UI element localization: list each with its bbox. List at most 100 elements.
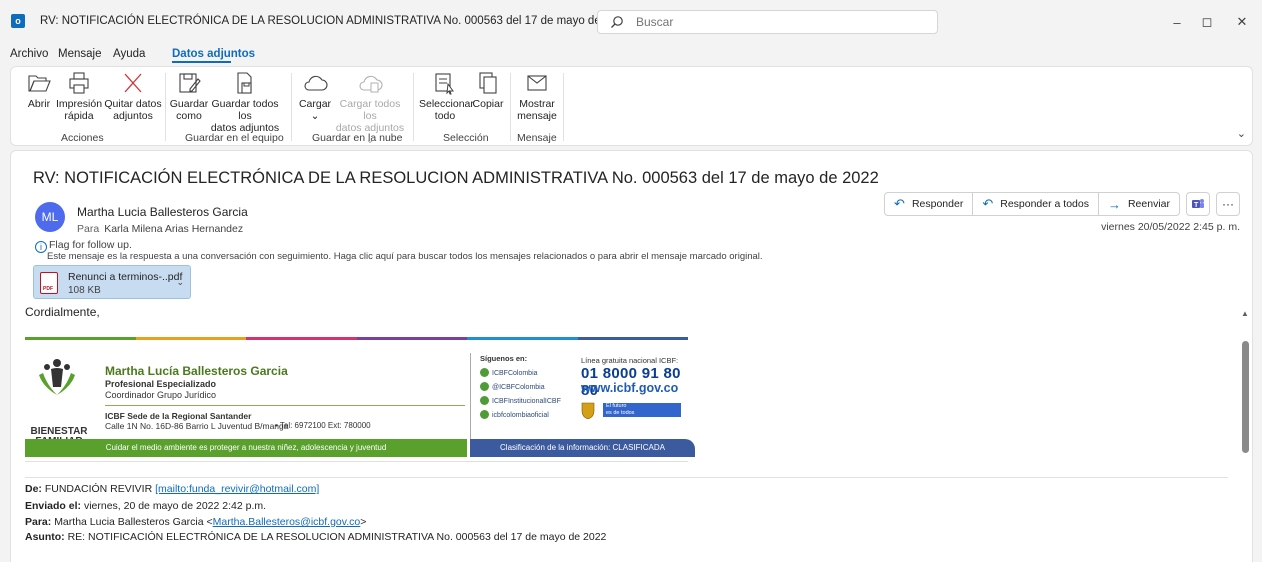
copy-icon (479, 72, 497, 94)
body-greeting: Cordialmente, (25, 305, 100, 319)
outlook-app-icon: o (11, 14, 25, 28)
social-twitter[interactable]: @ICBFColombia (480, 382, 545, 391)
reply-all-button[interactable]: ↶ Responder a todos (973, 193, 1099, 215)
active-tab-indicator (172, 61, 231, 63)
teams-icon: T (1192, 199, 1204, 209)
instagram-icon (480, 410, 489, 419)
forwarded-to: Para: Martha Lucia Ballesteros Garcia <M… (25, 516, 367, 528)
open-button[interactable]: Abrir (19, 71, 59, 110)
forward-button[interactable]: → Reenviar (1099, 193, 1179, 215)
forwarded-divider (25, 477, 1228, 478)
tab-ayuda[interactable]: Ayuda (113, 48, 145, 60)
save-as-button[interactable]: Guardar como (169, 71, 209, 122)
pdf-file-icon (40, 272, 58, 294)
select-all-button[interactable]: Seleccionar todo (419, 71, 474, 122)
group-label-acciones: Acciones (61, 132, 104, 144)
group-separator (510, 73, 511, 141)
signature-office: ICBF Sede de la Regional Santander (105, 411, 252, 421)
title-bar: o RV: NOTIFICACIÓN ELECTRÓNICA DE LA RES… (0, 0, 1262, 44)
reply-all-icon: ↶ (982, 196, 994, 211)
save-all-attachments-button[interactable]: Guardar todos los datos adjuntos (207, 71, 283, 134)
sender-avatar[interactable]: ML (35, 202, 65, 232)
ribbon-expand-chevron-icon[interactable]: ⌄ (1237, 127, 1246, 140)
copy-button[interactable]: Copiar (471, 71, 505, 110)
reply-button[interactable]: ↶ Responder (885, 193, 974, 215)
hotline-label: Línea gratuita nacional ICBF: (581, 356, 679, 365)
attachment-name: Renunci a terminos-..pdf (68, 271, 183, 283)
group-label-seleccion: Selección (443, 132, 489, 144)
signature-name: Martha Lucía Ballesteros Garcia (105, 364, 288, 378)
signature-coordinator: Coordinador Grupo Jurídico (105, 390, 217, 400)
to-label: Para (77, 223, 100, 235)
close-button[interactable]: ✕ (1222, 10, 1262, 34)
government-badge: El futuro es de todos (581, 401, 681, 419)
message-subject: RV: NOTIFICACIÓN ELECTRÓNICA DE LA RESOL… (33, 169, 879, 187)
show-message-button[interactable]: Mostrar mensaje (514, 71, 560, 122)
classification-banner: Clasificación de la información: CLASIFI… (470, 439, 695, 457)
search-icon (610, 15, 624, 32)
to-email-link[interactable]: Martha.Ballesteros@icbf.gov.co (213, 516, 361, 528)
restore-button[interactable]: ◻ (1187, 10, 1227, 34)
social-instagram[interactable]: icbfcolombiaoficial (480, 410, 549, 419)
svg-text:T: T (1194, 202, 1199, 209)
search-input[interactable] (636, 14, 926, 30)
signature-role: Profesional Especializado (105, 379, 217, 389)
scroll-up-arrow-icon[interactable]: ▲ (1241, 309, 1249, 318)
colombia-seal-icon (581, 402, 595, 419)
twitter-icon (480, 382, 489, 391)
close-x-icon (124, 73, 142, 93)
save-all-icon (237, 72, 252, 94)
chevron-down-icon[interactable]: ⌄ (176, 277, 184, 288)
youtube-icon (480, 396, 489, 405)
facebook-icon (480, 368, 489, 377)
forward-icon: → (1107, 196, 1121, 212)
recipient-line: Para Karla Milena Arias Hernandez (77, 223, 243, 235)
environment-banner: Cuidar el medio ambiente es proteger a n… (25, 439, 467, 457)
cloud-upload-icon (359, 75, 383, 93)
quick-print-button[interactable]: Impresión rápida (55, 71, 103, 122)
icbf-logo: BIENESTARFAMILIAR (29, 357, 88, 447)
reply-icon: ↶ (894, 196, 905, 211)
teams-button[interactable]: T (1186, 192, 1210, 216)
group-label-mensaje: Mensaje (517, 132, 557, 144)
group-separator (563, 73, 564, 141)
from-mailto-link[interactable]: [mailto:funda_revivir@hotmail.com] (155, 483, 319, 495)
ribbon: Abrir Impresión rápida Quitar datos adju… (10, 66, 1253, 146)
tab-archivo[interactable]: Archivo (10, 48, 48, 60)
recipient-name[interactable]: Karla Milena Arias Hernandez (104, 223, 243, 235)
signature-color-stripe (25, 337, 688, 340)
reading-pane: RV: NOTIFICACIÓN ELECTRÓNICA DE LA RESOL… (10, 150, 1253, 562)
forwarded-subject: Asunto: RE: NOTIFICACIÓN ELECTRÓNICA DE … (25, 531, 607, 543)
conversation-note[interactable]: Este mensaje es la respuesta a una conve… (47, 251, 763, 262)
search-box[interactable] (597, 10, 938, 34)
group-separator (413, 73, 414, 141)
social-facebook[interactable]: ICBFColombia (480, 368, 538, 377)
sender-name[interactable]: Martha Lucia Ballesteros Garcia (77, 205, 248, 219)
group-label-guardar-nube: Guardar en la nube (312, 132, 403, 144)
cloud-icon (304, 75, 328, 91)
signature-divider (105, 405, 465, 406)
upload-button[interactable]: Cargar ⌄ (297, 71, 333, 122)
printer-icon (69, 72, 89, 94)
tab-mensaje[interactable]: Mensaje (58, 48, 101, 60)
signature-bottom-line (25, 461, 688, 462)
envelope-icon (527, 75, 547, 91)
group-separator (165, 73, 166, 141)
folder-open-icon (28, 75, 51, 92)
tab-datos-adjuntos[interactable]: Datos adjuntos (172, 48, 255, 60)
follow-us-label: Síguenos en: (480, 354, 528, 363)
attachment-card[interactable]: Renunci a terminos-..pdf 108 KB ⌄ (33, 265, 191, 299)
scrollbar-thumb[interactable] (1242, 341, 1249, 453)
info-icon: i (35, 241, 47, 253)
social-youtube[interactable]: ICBFInstitucionalICBF (480, 396, 561, 405)
group-label-guardar-equipo: Guardar en el equipo (185, 132, 284, 144)
more-options-button[interactable]: ··· (1216, 192, 1240, 216)
remove-attachments-button[interactable]: Quitar datos adjuntos (103, 71, 163, 122)
gov-colombia-badge: El futuro es de todos (603, 403, 681, 417)
save-as-icon (179, 73, 201, 93)
forwarded-from: De: FUNDACIÓN REVIVIR [mailto:funda_revi… (25, 483, 320, 495)
group-separator (291, 73, 292, 141)
website-link[interactable]: www.icbf.gov.co (581, 381, 678, 395)
select-all-icon (435, 73, 454, 95)
signature-address: Calle 1N No. 16D-86 Barrio L Juventud B/… (105, 421, 289, 431)
